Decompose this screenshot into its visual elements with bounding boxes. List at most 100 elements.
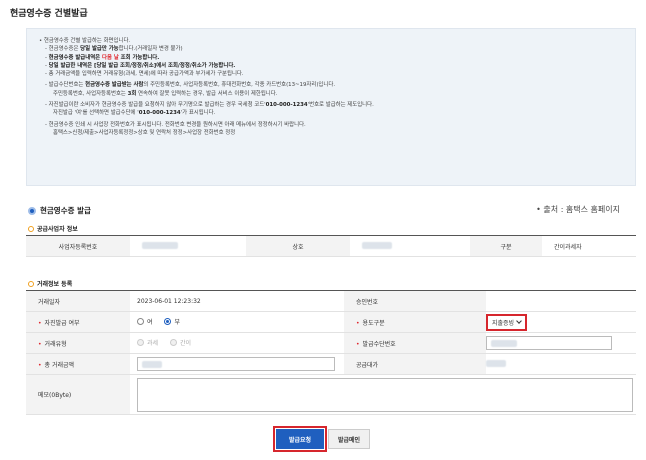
notice-line: 현금영수증 인쇄 시 사업장 전화번호가 표시됩니다. 전화번호 변경을 원하시… [48,121,306,128]
button-bar: 발급요청 발급메인 [0,426,646,452]
memo-label: 메모(0Byte) [38,392,72,399]
required-mark: • [38,361,42,369]
notice-line: 의 주민등록번호, 사업자등록번호, 휴대전화번호, 각종 카드번호(13~19… [143,82,336,89]
supply-label-cell: 공급대가 [344,353,486,375]
approval-label: 승인번호 [356,298,379,306]
usage-label-cell: • 용도구분 [344,311,486,333]
table-row: • 자진발급 여부 여 부 • 용도구분 지출증빙 [26,311,636,333]
amount-input[interactable] [137,357,335,371]
section-title-text: 현금영수증 발급 [40,206,91,215]
self-issue-no-radio[interactable]: 여 [137,317,153,326]
means-input[interactable] [486,336,612,350]
notice-bold: 3회 [127,90,137,97]
means-label: 발급수단번호 [362,340,396,348]
notice-bold: 010-000-1234 [138,110,181,117]
chevron-down-icon [516,318,522,324]
notice-box: • 현금영수증 건별 발급하는 화면입니다. - 현금영수증은 당일 발급만 가… [26,28,636,186]
notice-line: 발급수단번호는 [48,82,86,89]
name-label: 상호 [246,235,350,257]
txn-type-label: 거래유형 [44,340,67,348]
table-row: • 총 거래금액 공급대가 [26,353,636,375]
supply-label: 공급대가 [356,361,379,369]
type-label-cell: • 거래유형 [26,332,130,354]
notice-bold: 조회 가능합니다. [118,54,160,61]
type-simple-radio[interactable]: 간이 [169,338,192,347]
notice-line: 현금영수증은 [48,46,81,53]
date-label-cell: 거래일자 [26,290,130,312]
name-value [350,235,470,257]
radio-circle-icon [137,339,144,346]
notice-line: '번호로 발급하는 제도입니다. [307,102,374,109]
bullet-dot-icon [28,206,36,215]
means-label-cell: • 발급수단번호 [344,332,486,354]
type-label: 구분 [470,235,542,257]
supply-value [486,353,636,375]
type-value: 간이과세자 [542,235,636,257]
notice-line: '가 표시됩니다. [180,110,216,117]
self-issue-yes-radio[interactable]: 부 [164,317,180,326]
notice-line: 총 거래금액을 입력하면 거래유형(과세, 면세)에 따라 공급가액과 부가세가… [48,71,244,78]
required-mark: • [38,319,42,327]
radio-label: 여 [147,319,153,326]
notice-bold: 현금영수증 발급받는 사람 [85,82,144,89]
radio-label: 과세 [147,340,159,347]
issue-main-button[interactable]: 발급메인 [328,429,370,449]
self-issue-label-cell: • 자진발급 여부 [26,311,130,333]
section-title: 현금영수증 발급 [28,205,91,216]
notice-line: 자진발급이란 소비자가 현금영수증 발급을 요청하지 않아 무기명으로 발급하는… [48,102,266,109]
required-mark: • [356,319,360,327]
type-taxable-radio[interactable]: 과세 [137,338,158,347]
notice-line: 연속하여 잘못 입력하는 경우, 발급 서비스 이용이 제한됩니다. [136,90,278,97]
notice-bold: 현금영수증 발급내역은 [48,54,103,61]
approval-label-cell: 승인번호 [344,290,486,312]
supplier-table: 사업자등록번호 상호 구분 간이과세자 [26,235,636,257]
radio-label: 부 [174,319,180,326]
txn-subtitle: 거래정보 등록 [28,279,72,288]
notice-intro: 현금영수증 건별 발급하는 화면입니다. [43,38,131,44]
notice-line: 합니다.(거래일자 변경 불가) [118,46,183,53]
notice-red: 다음 날 [102,54,119,61]
supplier-subtitle: 공급사업자 정보 [28,224,78,233]
radio-circle-icon [137,318,144,325]
means-cell [486,332,636,354]
notice-line: 홈택스>신청/제출>사업자등록정정>상호 및 연락처 정정>사업장 전화번호 정… [53,129,236,136]
usage-select-value: 지출증빙 [492,319,515,327]
notice-line: 자진발급 '여'를 선택하면 발급수단에 ' [53,110,139,117]
amount-cell [130,353,344,375]
required-mark: • [356,340,360,348]
biz-no-label: 사업자등록번호 [26,235,130,257]
memo-cell [130,374,636,415]
table-row: 사업자등록번호 상호 구분 간이과세자 [26,235,636,257]
date-value: 2023-06-01 12:23:32 [130,290,344,312]
amount-label-cell: • 총 거래금액 [26,353,130,375]
radio-label: 간이 [179,340,192,347]
radio-checked-icon [169,339,177,346]
required-mark: • [38,340,42,348]
usage-label: 용도구분 [362,319,385,327]
issue-request-button[interactable]: 발급요청 [273,426,327,452]
self-issue-label: 자진발급 여부 [44,319,80,327]
usage-cell: 지출증빙 [486,311,636,333]
notice-line: 주민등록번호, 사업자등록번호는 [53,90,128,97]
memo-textarea[interactable] [137,377,633,412]
memo-label-cell: 메모(0Byte) [26,374,130,415]
approval-value [486,290,636,312]
supplier-title: 공급사업자 정보 [37,226,78,233]
table-row: 거래일자 2023-06-01 12:23:32 승인번호 [26,290,636,312]
date-label: 거래일자 [38,298,61,306]
page-title: 현금영수증 건별발급 [10,9,88,19]
ring-bullet-icon [28,280,34,287]
notice-bold: 당일 발급한 내역은 [당일 발급 조회/정정/취소]에서 조회/정정/취소가 … [48,62,236,69]
txn-title: 거래정보 등록 [37,281,73,288]
notice-bold: 010-000-1234 [265,102,308,109]
radio-checked-icon [164,318,172,325]
source-caption: • 출처 : 홈택스 홈페이지 [536,205,620,214]
ring-bullet-icon [28,225,34,232]
table-row: 메모(0Byte) [26,374,636,415]
table-row: • 거래유형 과세 간이 • 발급수단번호 [26,332,636,354]
usage-select[interactable]: 지출증빙 [486,313,528,331]
txn-table: 거래일자 2023-06-01 12:23:32 승인번호 • 자진발급 여부 여… [26,290,636,415]
biz-no-value [130,235,246,257]
self-issue-options: 여 부 [130,311,344,333]
txn-type-options: 과세 간이 [130,332,344,354]
